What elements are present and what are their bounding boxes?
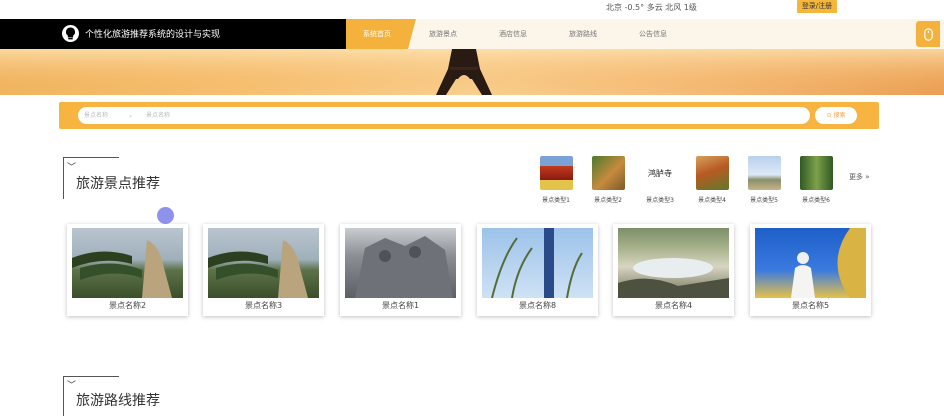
- spot-type-label: 景点类型1: [542, 197, 570, 204]
- spot-name: 景点名称3: [244, 301, 283, 310]
- search-button-label: 搜索: [833, 112, 846, 119]
- nav-active-wedge: [408, 19, 416, 49]
- spot-type-image: [695, 156, 729, 190]
- brand[interactable]: 个性化旅游推荐系统的设计与实现: [62, 25, 220, 42]
- login-register-button[interactable]: 登录/注册: [797, 0, 837, 13]
- spot-type-image: [539, 156, 573, 190]
- search-input[interactable]: 景点名称: [146, 107, 170, 124]
- spot-name: 景点名称8: [518, 301, 557, 310]
- more-link[interactable]: 更多 »: [849, 172, 870, 182]
- spot-image: [208, 228, 319, 298]
- spot-type-item[interactable]: 景点类型1: [538, 156, 574, 204]
- spot-type-image: [799, 156, 833, 190]
- weather-info: 北京 -0.5° 多云 北风 1级: [606, 3, 697, 12]
- spot-type-label: 景点类型6: [802, 197, 830, 204]
- search-field[interactable]: 景点名称 ⌄ 景点名称: [78, 107, 810, 124]
- lightbulb-logo-icon: [62, 25, 79, 42]
- spot-type-item[interactable]: 景点类型2: [590, 156, 626, 204]
- chevron-down-icon: ﹀: [67, 381, 77, 391]
- nav-item-spots[interactable]: 旅游景点: [416, 19, 470, 49]
- spot-name: 景点名称1: [381, 301, 420, 310]
- spot-card[interactable]: 景点名称5: [750, 224, 871, 316]
- spot-name: 景点名称5: [791, 301, 830, 310]
- banner-image: [0, 49, 944, 95]
- user-menu-button[interactable]: [916, 21, 940, 47]
- nav-item-routes[interactable]: 旅游路线: [556, 19, 610, 49]
- section-title-spots: 旅游景点推荐: [76, 176, 160, 192]
- nav-item-notices[interactable]: 公告信息: [626, 19, 680, 49]
- search-icon: ⊙: [826, 112, 832, 119]
- spot-name: 景点名称4: [654, 301, 693, 310]
- chevron-down-icon: ⌄: [128, 112, 134, 119]
- spot-type-item[interactable]: 景点类型5: [746, 156, 782, 204]
- spot-image: [618, 228, 729, 298]
- spot-type-label: 景点类型5: [750, 197, 778, 204]
- spot-card[interactable]: 景点名称4: [613, 224, 734, 316]
- spot-type-image: 鸿胪寺: [643, 156, 677, 190]
- spot-image: [482, 228, 593, 298]
- spot-type-item[interactable]: 景点类型6: [798, 156, 834, 204]
- spot-card[interactable]: 景点名称1: [340, 224, 461, 316]
- spot-type-label: 景点类型4: [698, 197, 726, 204]
- main-nav: 个性化旅游推荐系统的设计与实现 系统首页 旅游景点 酒店信息 旅游路线 公告信息: [0, 19, 944, 49]
- spot-card[interactable]: 景点名称2: [67, 224, 188, 316]
- mouse-cursor: [157, 207, 174, 224]
- spot-card[interactable]: 景点名称3: [203, 224, 324, 316]
- spot-type-item[interactable]: 景点类型4: [694, 156, 730, 204]
- nav-menu: 系统首页 旅游景点 酒店信息 旅游路线 公告信息: [346, 19, 944, 49]
- search-button[interactable]: ⊙ 搜索: [815, 107, 857, 124]
- spot-name: 景点名称2: [108, 301, 147, 310]
- site-title: 个性化旅游推荐系统的设计与实现: [85, 30, 221, 40]
- spot-type-image: [747, 156, 781, 190]
- search-type-select[interactable]: 景点名称: [84, 107, 108, 124]
- nav-item-hotels[interactable]: 酒店信息: [486, 19, 540, 49]
- spot-type-item[interactable]: 鸿胪寺 景点类型3: [642, 156, 678, 204]
- mouse-icon: [923, 27, 933, 41]
- spot-type-image: [591, 156, 625, 190]
- spot-type-label: 景点类型3: [646, 197, 674, 204]
- nav-item-home[interactable]: 系统首页: [346, 19, 408, 49]
- spot-card[interactable]: 景点名称8: [477, 224, 598, 316]
- section-title-routes: 旅游路线推荐: [76, 393, 160, 409]
- top-bar: 北京 -0.5° 多云 北风 1级 登录/注册: [0, 0, 944, 18]
- spot-image: [72, 228, 183, 298]
- spot-image: [755, 228, 866, 298]
- spot-type-label: 景点类型2: [594, 197, 622, 204]
- chevron-down-icon: ﹀: [67, 163, 77, 173]
- search-bar: 景点名称 ⌄ 景点名称 ⊙ 搜索: [59, 102, 879, 129]
- spot-image: [345, 228, 456, 298]
